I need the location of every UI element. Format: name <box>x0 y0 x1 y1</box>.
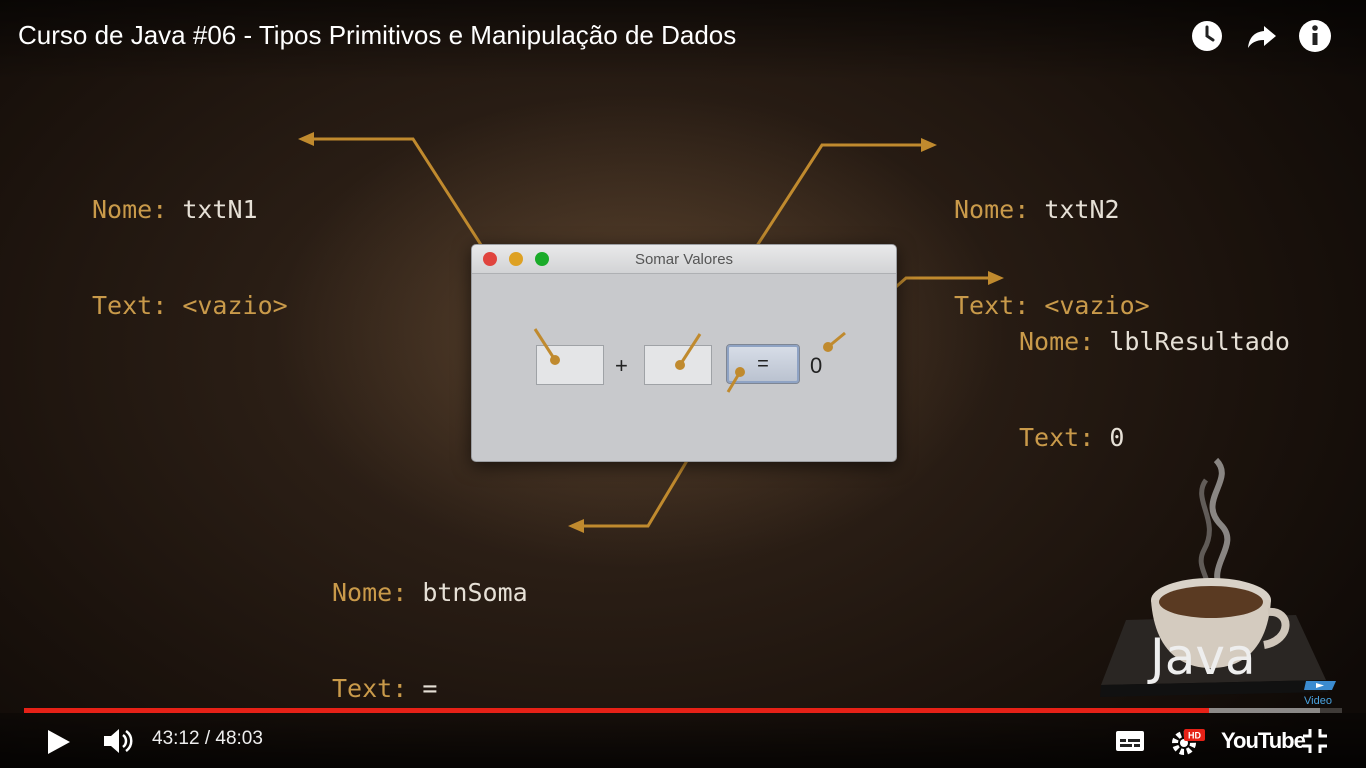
progress-played <box>24 708 1210 713</box>
video-frame[interactable]: Curso de Java #06 - Tipos Primitivos e M… <box>0 0 1366 768</box>
java-logo-text: Java <box>1150 628 1256 686</box>
progress-bar[interactable] <box>24 708 1342 713</box>
play-icon[interactable] <box>46 728 72 761</box>
youtube-logo[interactable]: YouTube <box>1221 728 1306 754</box>
volume-icon[interactable] <box>102 726 136 761</box>
time-display: 43:12 / 48:03 <box>152 728 263 750</box>
settings-gear-icon[interactable]: HD <box>1170 727 1206 762</box>
time-separator: / <box>204 728 211 749</box>
duration: 48:03 <box>215 728 263 749</box>
hd-badge: HD <box>1188 731 1201 741</box>
video-badge: Video <box>1304 680 1338 707</box>
subtitles-icon[interactable] <box>1115 730 1145 757</box>
current-time: 43:12 <box>152 728 200 749</box>
exit-fullscreen-icon[interactable] <box>1302 728 1328 759</box>
video-badge-text: Video <box>1304 695 1332 707</box>
